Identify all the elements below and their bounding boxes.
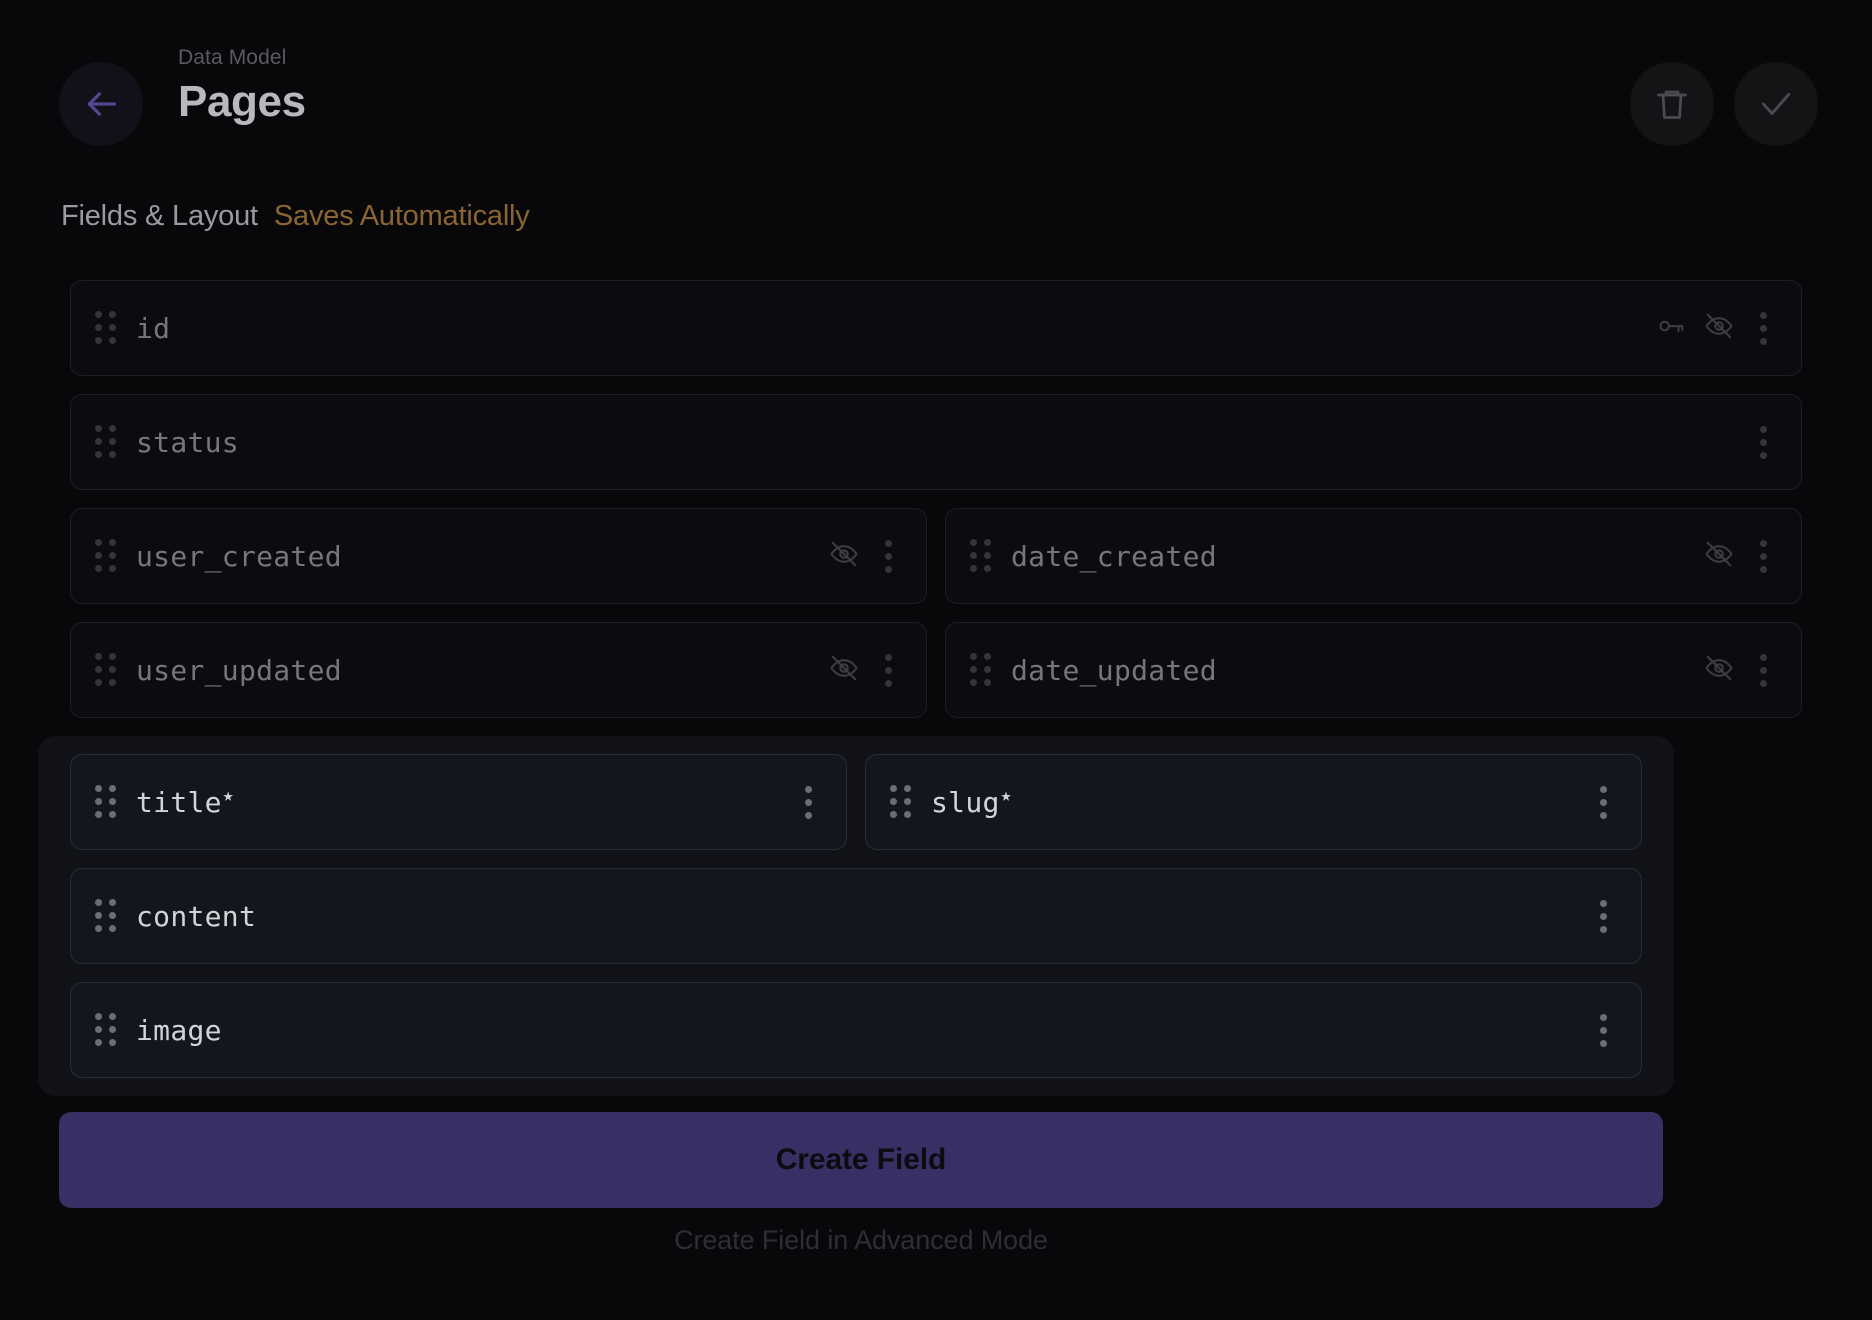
field-row: status bbox=[0, 394, 1872, 490]
back-button[interactable] bbox=[59, 62, 143, 146]
field-item-title[interactable]: title★ bbox=[70, 754, 847, 850]
more-options-icon[interactable] bbox=[877, 648, 900, 693]
required-marker: ★ bbox=[222, 785, 234, 807]
required-marker: ★ bbox=[1000, 785, 1012, 807]
field-row: user_updated date_updated bbox=[0, 622, 1872, 718]
field-item-icons bbox=[1704, 534, 1775, 579]
more-options-icon[interactable] bbox=[1752, 420, 1775, 465]
page-header: Data Model Pages bbox=[0, 0, 1872, 160]
field-item-icons bbox=[1704, 648, 1775, 693]
header-actions bbox=[1630, 62, 1818, 146]
field-item-icons bbox=[1656, 306, 1775, 351]
create-field-advanced-link[interactable]: Create Field in Advanced Mode bbox=[59, 1225, 1663, 1256]
field-item-icons bbox=[1592, 894, 1615, 939]
field-item-icons bbox=[1592, 780, 1615, 825]
field-name: image bbox=[136, 1013, 222, 1047]
field-name: id bbox=[136, 311, 171, 345]
more-options-icon[interactable] bbox=[877, 534, 900, 579]
field-item-user_created[interactable]: user_created bbox=[70, 508, 927, 604]
more-options-icon[interactable] bbox=[1752, 306, 1775, 351]
eye-off-icon bbox=[829, 539, 859, 574]
eye-off-icon bbox=[1704, 653, 1734, 688]
drag-handle-icon[interactable] bbox=[970, 652, 993, 688]
field-item-user_updated[interactable]: user_updated bbox=[70, 622, 927, 718]
autosave-note: Saves Automatically bbox=[273, 200, 530, 232]
section-title: Fields & Layout bbox=[61, 200, 258, 232]
eye-off-icon bbox=[1704, 311, 1734, 346]
field-item-id[interactable]: id bbox=[70, 280, 1802, 376]
field-item-icons bbox=[797, 780, 820, 825]
eye-off-icon bbox=[1704, 539, 1734, 574]
drag-handle-icon[interactable] bbox=[95, 898, 118, 934]
field-item-content[interactable]: content bbox=[70, 868, 1642, 964]
field-group-highlighted: title★ slug★ content image bbox=[38, 736, 1674, 1096]
field-item-slug[interactable]: slug★ bbox=[865, 754, 1642, 850]
field-name: slug★ bbox=[931, 785, 1012, 819]
field-name: content bbox=[136, 899, 257, 933]
drag-handle-icon[interactable] bbox=[95, 538, 118, 574]
more-options-icon[interactable] bbox=[1592, 1008, 1615, 1053]
field-name: user_updated bbox=[136, 653, 342, 687]
field-name: date_created bbox=[1011, 539, 1217, 573]
drag-handle-icon[interactable] bbox=[970, 538, 993, 574]
field-row: content bbox=[38, 868, 1674, 964]
drag-handle-icon[interactable] bbox=[95, 310, 118, 346]
page-title: Pages bbox=[178, 77, 306, 126]
field-item-status[interactable]: status bbox=[70, 394, 1802, 490]
field-item-icons bbox=[1752, 420, 1775, 465]
field-item-icons bbox=[1592, 1008, 1615, 1053]
field-name: date_updated bbox=[1011, 653, 1217, 687]
field-item-image[interactable]: image bbox=[70, 982, 1642, 1078]
breadcrumb: Data Model bbox=[178, 46, 287, 69]
drag-handle-icon[interactable] bbox=[95, 1012, 118, 1048]
more-options-icon[interactable] bbox=[1752, 534, 1775, 579]
create-field-button[interactable]: Create Field bbox=[59, 1112, 1663, 1208]
more-options-icon[interactable] bbox=[1752, 648, 1775, 693]
drag-handle-icon[interactable] bbox=[95, 784, 118, 820]
save-button[interactable] bbox=[1734, 62, 1818, 146]
field-name: status bbox=[136, 425, 239, 459]
drag-handle-icon[interactable] bbox=[95, 424, 118, 460]
fields-list: id status user_created date_created user… bbox=[0, 280, 1872, 1114]
field-row: id bbox=[0, 280, 1872, 376]
more-options-icon[interactable] bbox=[797, 780, 820, 825]
more-options-icon[interactable] bbox=[1592, 780, 1615, 825]
key-icon bbox=[1656, 311, 1686, 346]
field-row: image bbox=[38, 982, 1674, 1078]
delete-collection-button[interactable] bbox=[1630, 62, 1714, 146]
trash-icon bbox=[1654, 86, 1690, 122]
field-item-icons bbox=[829, 648, 900, 693]
field-row: user_created date_created bbox=[0, 508, 1872, 604]
drag-handle-icon[interactable] bbox=[95, 652, 118, 688]
field-row: title★ slug★ bbox=[38, 754, 1674, 850]
field-item-date_created[interactable]: date_created bbox=[945, 508, 1802, 604]
section-header: Fields & Layout Saves Automatically bbox=[61, 200, 530, 233]
check-icon bbox=[1757, 85, 1795, 123]
header-titles: Data Model Pages bbox=[178, 44, 306, 130]
data-model-editor: Data Model Pages Fields & Layout Saves A… bbox=[0, 0, 1872, 1320]
field-name: user_created bbox=[136, 539, 342, 573]
field-item-date_updated[interactable]: date_updated bbox=[945, 622, 1802, 718]
more-options-icon[interactable] bbox=[1592, 894, 1615, 939]
eye-off-icon bbox=[829, 653, 859, 688]
field-item-icons bbox=[829, 534, 900, 579]
arrow-left-icon bbox=[81, 84, 121, 124]
field-name: title★ bbox=[136, 785, 234, 819]
drag-handle-icon[interactable] bbox=[890, 784, 913, 820]
